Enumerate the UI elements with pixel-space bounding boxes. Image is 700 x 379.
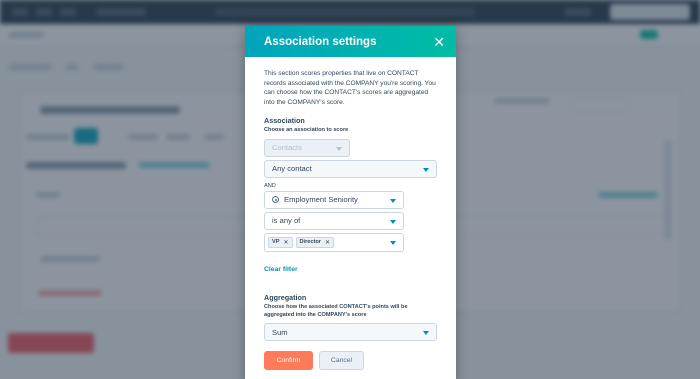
property-select[interactable]: Employment Seniority xyxy=(264,190,404,209)
modal-title: Association settings xyxy=(264,35,377,48)
association-select-value: Contacts xyxy=(272,143,302,153)
close-icon[interactable]: ✕ xyxy=(433,35,445,49)
remove-tag-icon[interactable]: ✕ xyxy=(283,239,288,246)
remove-tag-icon[interactable]: ✕ xyxy=(325,239,330,246)
aggregation-subheading: Choose how the associated CONTACT's poin… xyxy=(264,303,408,318)
association-subheading: Choose an association to score xyxy=(264,127,349,134)
confirm-button[interactable]: Confirm xyxy=(264,351,313,370)
modal-body: This section scores properties that live… xyxy=(245,57,456,342)
operator-select[interactable]: is any of xyxy=(264,211,404,230)
value-tag: Director ✕ xyxy=(295,236,334,248)
chevron-down-icon xyxy=(390,219,396,224)
value-tag: VP ✕ xyxy=(268,236,293,248)
value-tag-label: Director xyxy=(299,239,321,246)
chevron-down-icon xyxy=(423,331,429,336)
chevron-down-icon xyxy=(336,146,342,151)
chevron-down-icon xyxy=(390,240,396,245)
and-label: AND xyxy=(264,182,276,189)
chevron-down-icon xyxy=(423,167,429,172)
property-select-value: Employment Seniority xyxy=(284,195,358,205)
operator-select-value: is any of xyxy=(272,216,301,226)
cancel-button[interactable]: Cancel xyxy=(319,351,364,370)
association-heading: Association xyxy=(264,116,305,126)
chevron-down-icon xyxy=(390,198,396,203)
aggregation-select-value: Sum xyxy=(272,327,288,337)
modal-description: This section scores properties that live… xyxy=(264,70,436,106)
aggregation-heading: Aggregation xyxy=(264,292,307,302)
association-select[interactable]: Contacts xyxy=(264,138,350,157)
modal-header: Association settings ✕ xyxy=(245,26,456,57)
contact-filter-select[interactable]: Any contact xyxy=(264,159,437,178)
values-multiselect[interactable]: VP ✕ Director ✕ xyxy=(264,232,404,252)
property-icon xyxy=(272,196,279,204)
contact-filter-value: Any contact xyxy=(272,164,312,174)
clear-filter-link[interactable]: Clear filter xyxy=(264,266,298,273)
aggregation-select[interactable]: Sum xyxy=(264,323,437,342)
association-settings-modal: Association settings ✕ This section scor… xyxy=(245,26,456,379)
value-tag-label: VP xyxy=(272,239,280,246)
